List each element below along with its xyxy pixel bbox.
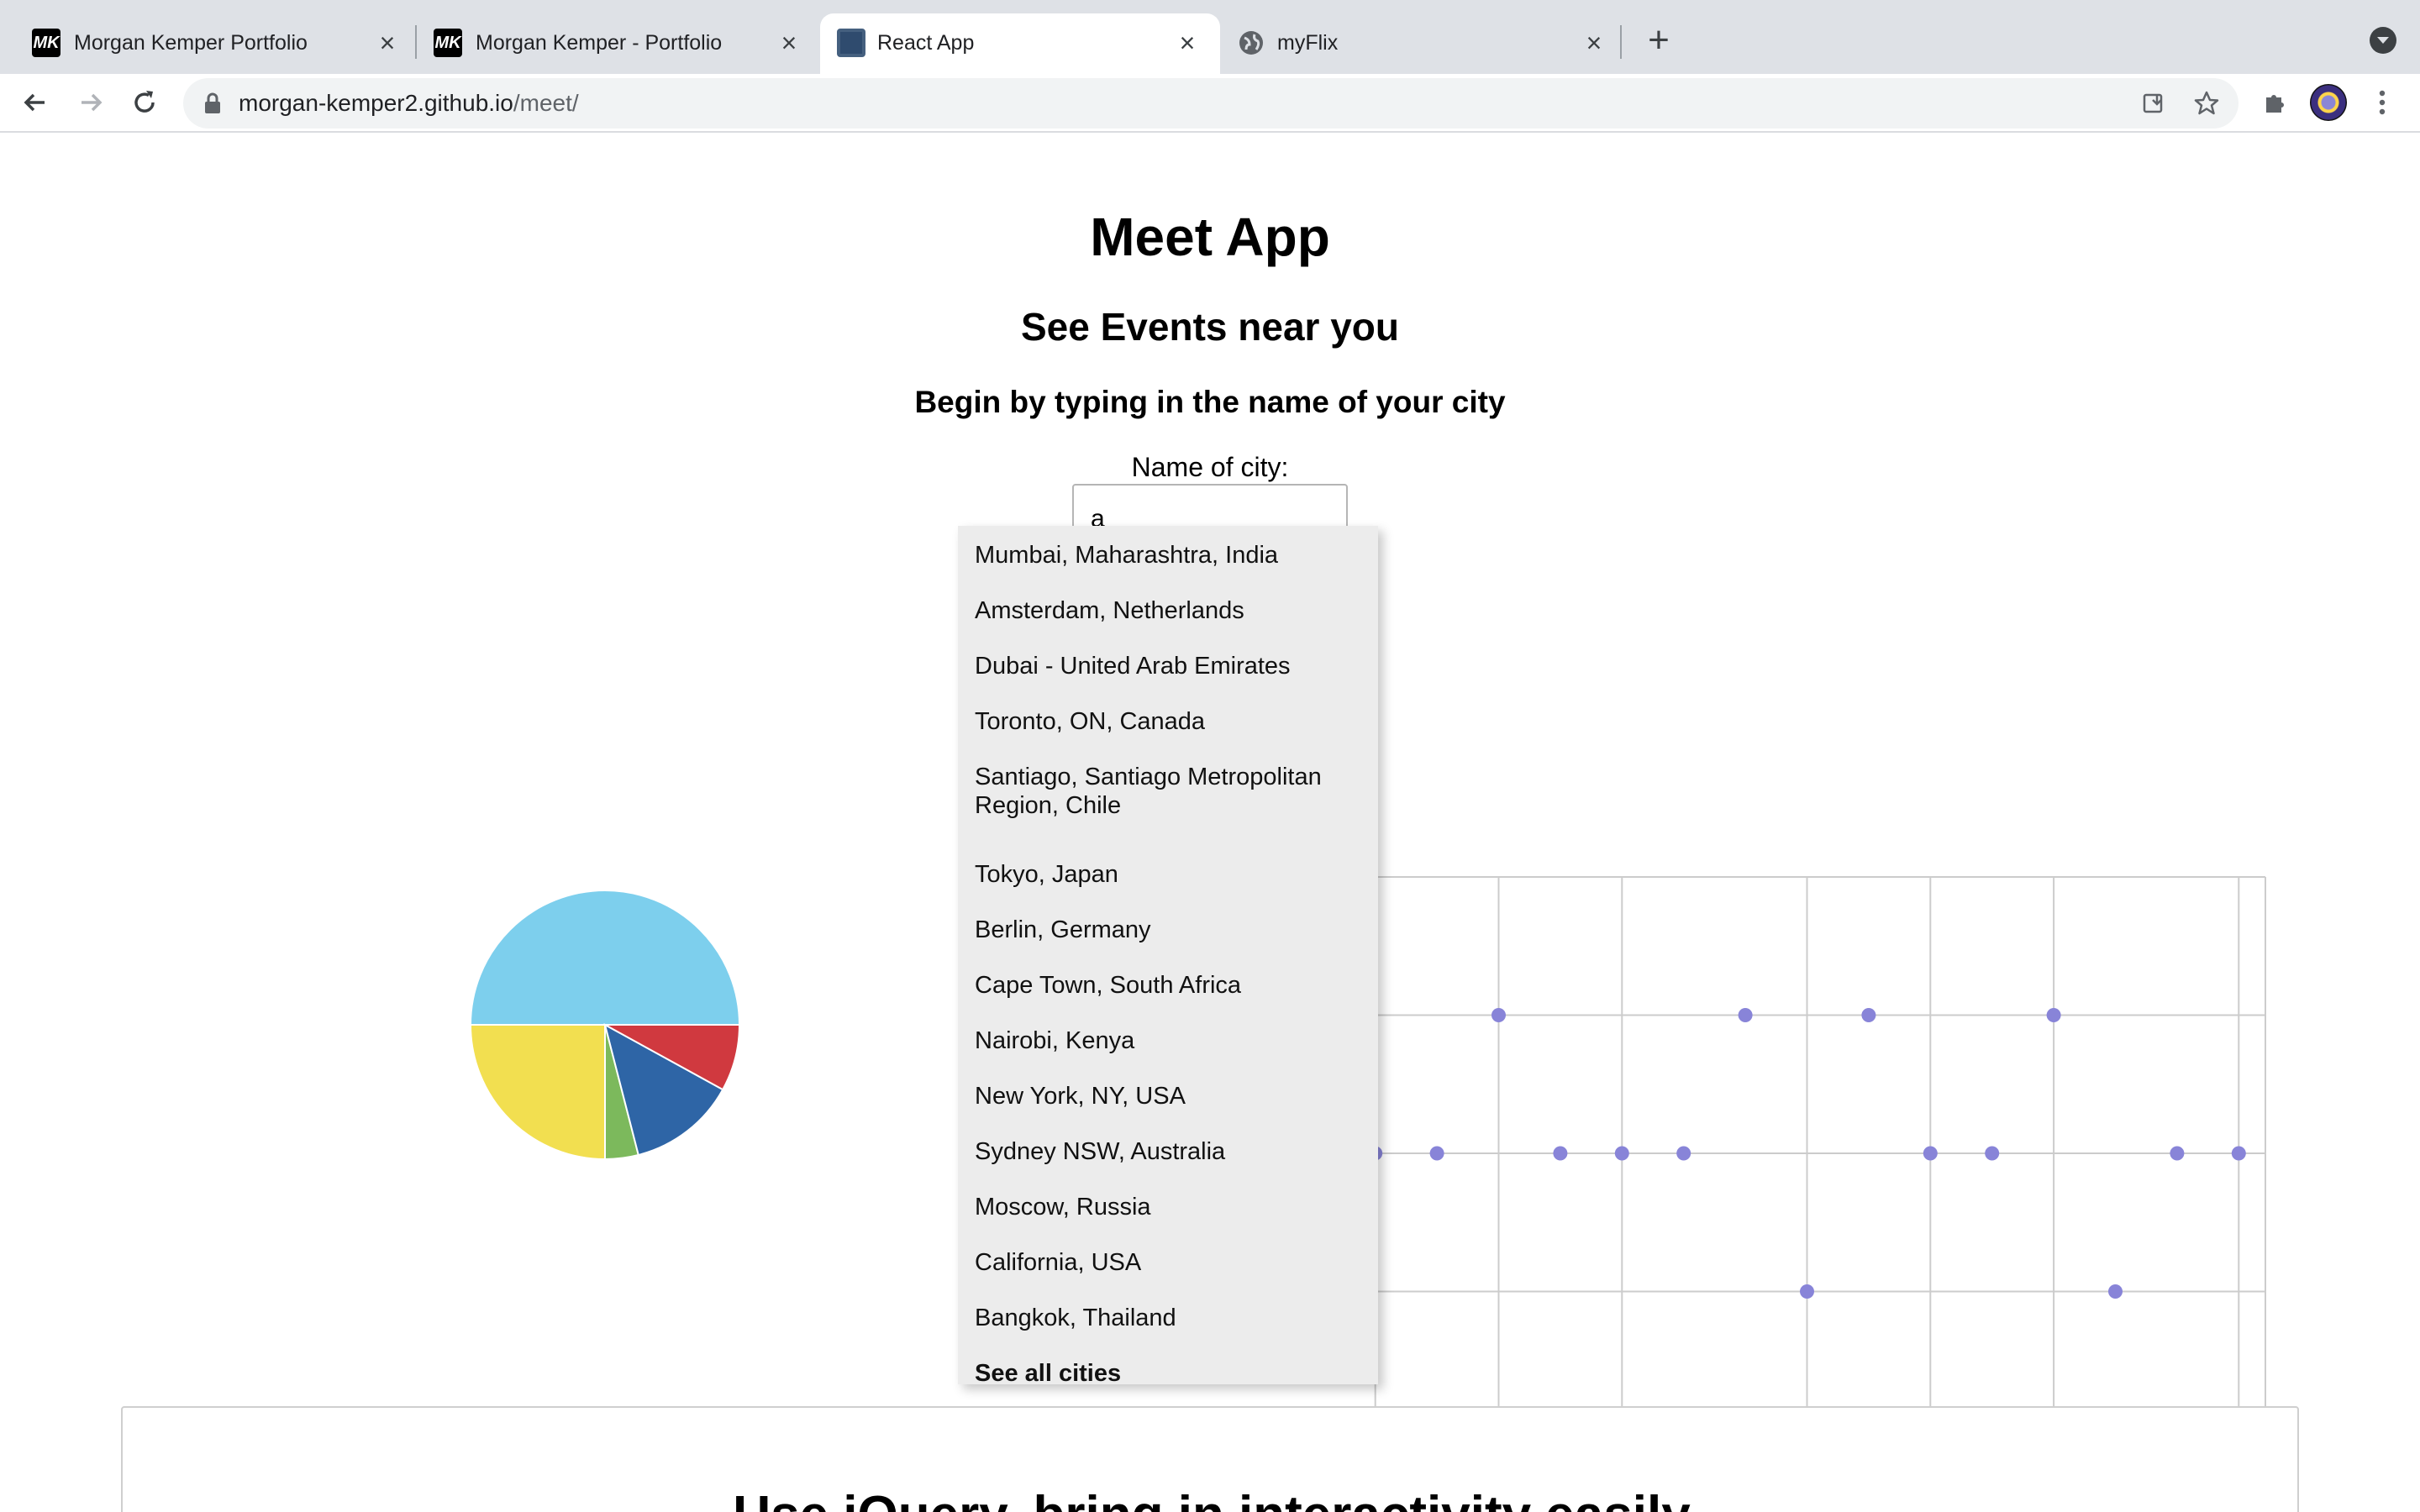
suggestion-item[interactable]: New York, NY, USA: [975, 1082, 1370, 1110]
scatter-point: [1553, 1146, 1568, 1161]
suggestion-item[interactable]: Toronto, ON, Canada: [975, 707, 1370, 736]
lock-icon: [205, 92, 220, 113]
tab-morgan-kemper-portfolio[interactable]: MK Morgan Kemper Portfolio ×: [0, 13, 420, 74]
scatter-point: [1614, 1146, 1629, 1161]
city-suggestions-list: Mumbai, Maharashtra, India Amsterdam, Ne…: [958, 526, 1378, 1387]
close-icon[interactable]: ×: [775, 29, 803, 57]
suggestion-item[interactable]: Santiago, Santiago Metropolitan Region, …: [975, 763, 1370, 820]
install-app-icon[interactable]: [2139, 88, 2170, 118]
tab-myflix[interactable]: myFlix ×: [1223, 13, 1627, 74]
city-search-label: Name of city:: [1131, 452, 1289, 482]
scatter-point: [1985, 1146, 2000, 1161]
app-instruction: Begin by typing in the name of your city: [914, 385, 1506, 419]
new-tab-plus-icon[interactable]: +: [1642, 22, 1676, 60]
tab-morgan-kemper-dash-portfolio[interactable]: MK Morgan Kemper - Portfolio ×: [402, 13, 822, 74]
suggestion-item[interactable]: Dubai - United Arab Emirates: [975, 652, 1370, 680]
scatter-point: [2046, 1008, 2061, 1022]
suggestion-item[interactable]: California, USA: [975, 1248, 1370, 1277]
scatter-point: [1738, 1008, 1753, 1022]
app-subtitle: See Events near you: [1021, 305, 1399, 349]
extensions-puzzle-icon[interactable]: [2255, 83, 2294, 122]
pie-slice-0: [469, 890, 741, 1026]
app-title: Meet App: [1090, 207, 1330, 267]
event-card: Use jQuery, bring in interactivity easil…: [121, 1406, 2299, 1512]
suggestion-item[interactable]: Mumbai, Maharashtra, India: [975, 541, 1370, 570]
scatter-point: [2170, 1146, 2185, 1161]
suggestion-item[interactable]: Berlin, Germany: [975, 916, 1370, 944]
event-title: Use jQuery, bring in interactivity easil…: [123, 1485, 2301, 1512]
tab-title: myFlix: [1277, 31, 1339, 55]
mk-logo-icon: MK: [32, 29, 60, 57]
browser-toolbar: morgan-kemper2.github.io/meet/: [0, 74, 2420, 133]
suggestion-item[interactable]: Sydney NSW, Australia: [975, 1137, 1370, 1166]
tab-react-app[interactable]: React App ×: [820, 13, 1220, 74]
browser-menu-icon[interactable]: [2363, 83, 2402, 122]
suggestion-item[interactable]: Cape Town, South Africa: [975, 971, 1370, 1000]
close-icon[interactable]: ×: [1173, 29, 1202, 57]
mk-logo-icon: MK: [434, 29, 462, 57]
forward-arrow-icon[interactable]: [71, 82, 111, 123]
browser-tab-bar: MK Morgan Kemper Portfolio × MK Morgan K…: [0, 0, 2420, 74]
tab-title: React App: [877, 31, 975, 55]
scatter-point: [1923, 1146, 1938, 1161]
suggestion-item[interactable]: Moscow, Russia: [975, 1193, 1370, 1221]
suggestion-item[interactable]: Bangkok, Thailand: [975, 1304, 1370, 1332]
suggestion-item[interactable]: Nairobi, Kenya: [975, 1026, 1370, 1055]
tab-divider: [1620, 25, 1622, 59]
pie-slice-1: [469, 1024, 606, 1161]
scatter-point: [2231, 1146, 2246, 1161]
globe-icon: [1237, 29, 1265, 57]
see-all-cities-item[interactable]: See all cities: [975, 1359, 1370, 1388]
url-text: morgan-kemper2.github.io/meet/: [239, 90, 579, 116]
profile-avatar[interactable]: [2309, 83, 2348, 122]
reload-icon[interactable]: [124, 82, 165, 123]
close-icon[interactable]: ×: [373, 29, 402, 57]
react-app-icon: [837, 29, 865, 57]
genre-pie-chart: [469, 890, 741, 1161]
tab-title: Morgan Kemper - Portfolio: [476, 31, 723, 55]
scatter-point: [1861, 1008, 1876, 1022]
scatter-point: [1429, 1146, 1444, 1161]
tab-search-icon[interactable]: [2370, 27, 2396, 54]
scatter-point: [1800, 1284, 1814, 1299]
back-arrow-icon[interactable]: [15, 82, 55, 123]
scatter-point: [2108, 1284, 2123, 1299]
suggestion-item[interactable]: Amsterdam, Netherlands: [975, 596, 1370, 625]
close-icon[interactable]: ×: [1580, 29, 1608, 57]
bookmark-star-icon[interactable]: [2191, 88, 2222, 118]
suggestion-item[interactable]: Tokyo, Japan: [975, 860, 1370, 889]
tab-title: Morgan Kemper Portfolio: [74, 31, 308, 55]
address-bar[interactable]: morgan-kemper2.github.io/meet/: [183, 78, 2238, 129]
page-content: Meet App See Events near you Begin by ty…: [0, 133, 2420, 1512]
events-scatter-chart: AmsterdamBerlinCape TownMoscowNairobiSan…: [1260, 876, 2281, 1471]
scatter-point: [1491, 1008, 1506, 1022]
scatter-point: [1676, 1146, 1691, 1161]
